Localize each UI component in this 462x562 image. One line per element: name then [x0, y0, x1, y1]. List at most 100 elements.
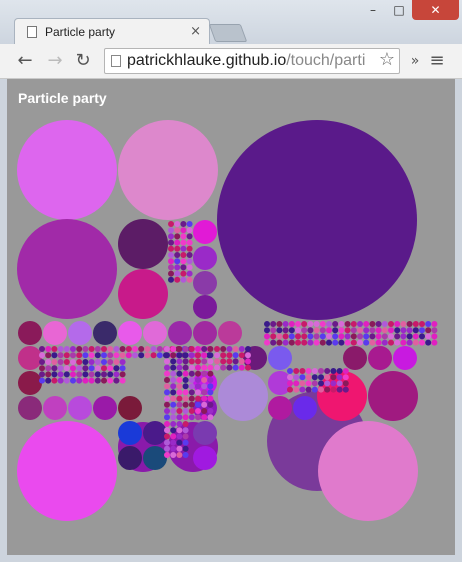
particle-circle [170, 358, 177, 365]
particle-circle [176, 452, 183, 458]
particle-circle [207, 395, 214, 402]
particle-circle [182, 414, 189, 421]
particle-circle [82, 359, 89, 365]
particle-circle [43, 396, 67, 420]
particle-circle [332, 333, 339, 340]
minimize-button[interactable]: – [360, 0, 386, 20]
particle-circle [350, 333, 357, 340]
particle-circle [45, 359, 52, 365]
particle-circle [174, 264, 181, 271]
particle-circle [201, 414, 208, 421]
particle-circle [18, 371, 42, 395]
particle-circle [107, 365, 114, 372]
particle-circle [201, 352, 208, 359]
particle-circle [174, 239, 181, 246]
chrome-menu-icon[interactable]: ≡ [426, 50, 448, 72]
particle-circle [94, 359, 101, 365]
particle-circle [400, 339, 407, 346]
particle-circle [324, 386, 331, 393]
close-window-button[interactable]: ✕ [412, 0, 459, 20]
particle-circle [245, 364, 251, 371]
close-tab-icon[interactable]: × [190, 24, 201, 39]
particle-circle [220, 364, 227, 371]
particle-circle [168, 321, 192, 345]
particle-circle [393, 346, 417, 370]
particle-circle [350, 339, 357, 346]
particle-circle [57, 365, 64, 372]
address-bar[interactable]: patrickhlauke.github.io/touch/parti ☆ [104, 48, 400, 74]
particle-circle [299, 368, 306, 374]
particle-circle [170, 401, 177, 408]
particle-circle [406, 333, 413, 340]
particle-circle [388, 333, 394, 340]
particle-circle [180, 245, 187, 252]
particle-circle [336, 380, 343, 387]
particle-circle [168, 239, 174, 246]
particle-circle [369, 327, 376, 334]
particle-circle [107, 359, 114, 365]
particle-circle [164, 364, 170, 371]
particle-circle [113, 346, 120, 352]
particle-circle [307, 339, 314, 346]
particle-circle [332, 339, 339, 346]
particle-circle [82, 371, 89, 378]
bookmark-star-icon[interactable]: ☆ [375, 49, 395, 70]
forward-button[interactable]: → [44, 50, 66, 72]
particle-circle [174, 252, 181, 258]
particle-circle [186, 270, 193, 277]
new-tab-button[interactable] [208, 24, 248, 42]
particle-circle [170, 439, 177, 446]
particle-circle [319, 321, 326, 327]
particle-circle [82, 352, 89, 359]
particle-circle [118, 269, 168, 319]
particle-circle [226, 346, 233, 352]
particle-circle [57, 352, 64, 359]
url-text[interactable]: patrickhlauke.github.io/touch/parti [127, 52, 365, 70]
particle-circle [350, 321, 357, 327]
tab-particle-party[interactable]: Particle party × [14, 18, 210, 46]
particle-circle [287, 374, 293, 381]
particle-circle [330, 368, 337, 374]
particle-circle [193, 246, 217, 270]
particle-circle [311, 380, 318, 387]
url-path: /touch/parti [286, 52, 366, 69]
particle-circle [63, 346, 70, 352]
particle-circle [195, 358, 201, 365]
particle-circle [180, 264, 187, 271]
particle-circle [357, 339, 363, 346]
particle-circle [419, 327, 425, 334]
particle-circle [207, 377, 214, 383]
particle-circle [186, 276, 193, 283]
particle-circle [276, 321, 283, 327]
particle-circle [176, 439, 183, 446]
particle-circle [214, 358, 220, 365]
particle-circle [118, 321, 142, 345]
particle-circle [363, 333, 370, 340]
particle-circle [288, 321, 295, 327]
browser-window: Particle party × – □ ✕ ← → ↻ patrickhlau… [0, 0, 462, 562]
particle-circle [63, 377, 70, 384]
particle-circle [195, 364, 201, 371]
particle-circle [182, 364, 189, 371]
particle-circle [70, 359, 76, 365]
particle-circle [381, 327, 388, 334]
particle-canvas[interactable] [7, 79, 455, 555]
particle-circle [180, 252, 187, 258]
particle-circle [118, 446, 142, 470]
maximize-button[interactable]: □ [386, 0, 412, 20]
particle-circle [88, 365, 95, 372]
particle-circle [295, 321, 301, 327]
more-bookmarks-icon[interactable]: » [404, 50, 426, 72]
particle-circle [182, 395, 189, 402]
particle-circle [207, 358, 214, 365]
particle-circle [119, 359, 126, 365]
particle-circle [150, 346, 157, 352]
particle-circle [287, 368, 293, 374]
particle-circle [238, 358, 245, 365]
back-button[interactable]: ← [14, 50, 36, 72]
particle-circle [101, 371, 107, 378]
reload-button[interactable]: ↻ [72, 50, 94, 72]
particle-circle [357, 333, 363, 340]
particle-circle [226, 352, 233, 359]
particle-circle [118, 120, 218, 220]
